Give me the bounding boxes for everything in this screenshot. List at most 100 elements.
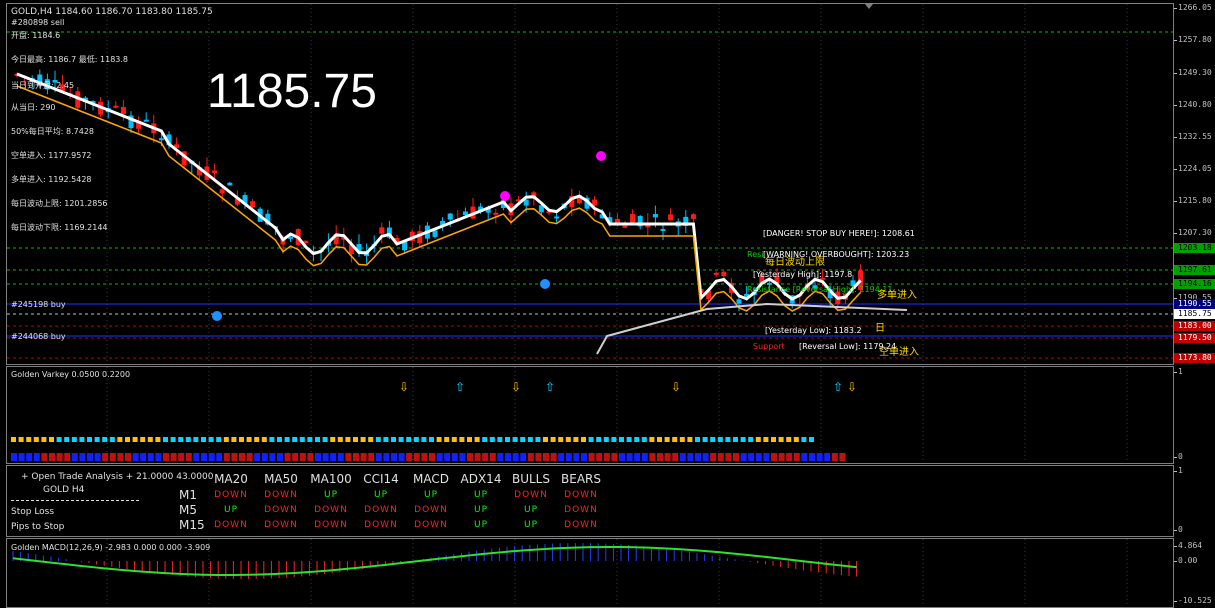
varkey-base [330, 453, 337, 461]
varkey-bar [596, 437, 602, 442]
current-price-tag: 1185.75 [1174, 309, 1215, 319]
varkey-base [831, 453, 838, 461]
varkey-base [816, 453, 823, 461]
price-chart-canvas [7, 4, 1173, 364]
varkey-bar [223, 437, 229, 442]
price-tag: 1190.55 [1174, 299, 1215, 309]
varkey-axis: 1 0 [1174, 366, 1215, 464]
varkey-base [550, 453, 557, 461]
varkey-base [573, 453, 580, 461]
order-label-1[interactable]: #245198 buy [11, 300, 66, 309]
varkey-bar [421, 437, 427, 442]
varkey-bar [345, 437, 351, 442]
varkey-bar [216, 437, 222, 442]
varkey-bar [155, 437, 161, 442]
varkey-bar [581, 437, 586, 442]
varkey-base [18, 453, 25, 461]
order-label-2[interactable]: #244068 buy [11, 332, 66, 341]
price-chart-pane[interactable]: GOLD,H4 1184.60 1186.70 1183.80 1185.75 … [6, 3, 1174, 365]
macd-indicator-pane[interactable]: Golden MACD(12,26,9) -2.983 0.000 0.000 … [6, 538, 1174, 608]
varkey-base [679, 453, 686, 461]
analysis-header: + Open Trade Analysis + 21.0000 43.0000 [21, 472, 214, 482]
support-label: Support [753, 342, 785, 351]
info-line: 每日波动上限: 1201.2856 [11, 199, 108, 208]
varkey-bar [413, 437, 419, 442]
macd-tick: -10.525 [1174, 596, 1212, 605]
varkey-base [315, 453, 321, 461]
varkey-bar [497, 437, 503, 442]
price-axis[interactable]: 1266.05 1257.80 1249.30 1240.80 1232.55 … [1174, 3, 1215, 365]
pips-to-stop-label: Pips to Stop [11, 522, 65, 532]
price-tick: 1240.80 [1174, 100, 1212, 109]
varkey-bar [634, 437, 640, 442]
varkey-base [710, 453, 717, 461]
candle-body [212, 170, 218, 174]
varkey-bar [695, 437, 700, 442]
trade-analysis-pane[interactable]: + Open Trade Analysis + 21.0000 43.0000 … [6, 465, 1174, 537]
short-entry-label: 空单进入 [879, 347, 919, 358]
price-tag: 1173.80 [1174, 353, 1215, 363]
chart-shift-marker[interactable] [865, 4, 873, 9]
varkey-base [611, 453, 618, 461]
varkey-bar [429, 437, 434, 442]
yesterday-high-label: [Yesterday High]: 1197.8 [753, 270, 853, 279]
signal-cell: UP [523, 520, 538, 530]
varkey-base [117, 453, 124, 461]
varkey-indicator-pane[interactable]: ⇩ ⇧ ⇩ ⇧ ⇩ ⇧ ⇩ Golden Varkey 0.0500 0.2200 [6, 366, 1174, 464]
varkey-base [41, 453, 48, 461]
varkey-base [474, 453, 481, 461]
varkey-base [459, 453, 466, 461]
timeframe-label: M5 [179, 503, 197, 517]
varkey-tick: 0 [1174, 452, 1183, 461]
varkey-bar [778, 437, 784, 442]
varkey-bar [33, 437, 39, 442]
varkey-base [64, 453, 71, 461]
varkey-base [33, 453, 40, 461]
varkey-base [102, 453, 109, 461]
varkey-base [353, 453, 359, 461]
signal-cell: DOWN [564, 490, 598, 500]
varkey-bar [565, 437, 571, 442]
candle-body [493, 212, 499, 215]
signal-cell: DOWN [214, 490, 248, 500]
candle-body [219, 189, 225, 194]
varkey-bar [353, 437, 358, 442]
price-tag: 1194.16 [1174, 279, 1215, 289]
varkey-base [565, 453, 572, 461]
big-price-display: 1185.75 [207, 65, 377, 118]
analysis-axis: 1 0 [1174, 465, 1215, 537]
candle-body [447, 213, 453, 220]
varkey-base [482, 453, 489, 461]
info-line: 开盘: 1184.6 [11, 31, 61, 40]
varkey-base [763, 453, 770, 461]
varkey-bar [451, 437, 457, 442]
varkey-bar [725, 437, 731, 442]
candle-body [432, 230, 438, 237]
varkey-base [839, 453, 846, 461]
col-header-adx14: ADX14 [460, 472, 502, 486]
varkey-base [755, 453, 762, 461]
varkey-bar [360, 437, 366, 442]
varkey-base [436, 453, 443, 461]
varkey-bar [284, 437, 290, 442]
price-tick: 1215.80 [1174, 196, 1212, 205]
signal-arrow-icon: ⇧ [455, 380, 465, 394]
varkey-base [527, 453, 534, 461]
varkey-bar [178, 437, 184, 442]
varkey-base [657, 453, 663, 461]
price-tag: 1203.18 [1174, 243, 1215, 253]
candle-body [158, 138, 164, 141]
varkey-title: Golden Varkey 0.0500 0.2200 [11, 370, 131, 379]
signal-cell: DOWN [414, 505, 448, 515]
varkey-bar [755, 437, 761, 442]
price-tick: 1249.30 [1174, 68, 1212, 77]
signal-arrow-icon: ⇩ [511, 380, 521, 394]
varkey-bar [672, 437, 678, 442]
varkey-base [596, 453, 603, 461]
varkey-bar [801, 437, 807, 442]
varkey-bar [710, 437, 716, 442]
price-tag: 1183.00 [1174, 321, 1215, 331]
varkey-base [178, 453, 185, 461]
upper-band-label: 每日波动上限 [765, 257, 825, 268]
varkey-bar [261, 437, 267, 442]
